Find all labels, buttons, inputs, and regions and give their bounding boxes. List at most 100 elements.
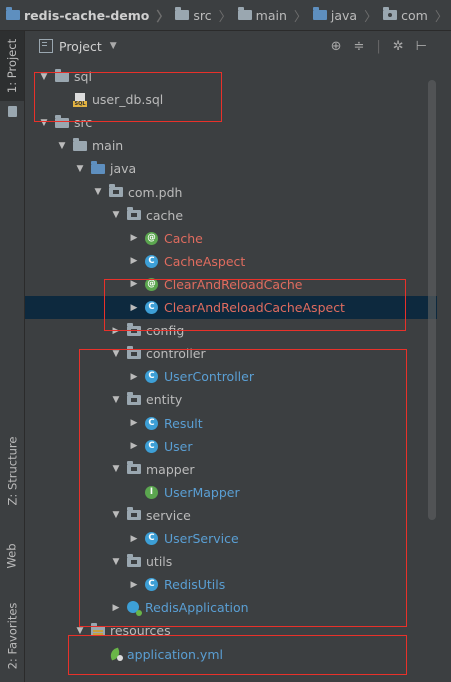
tree-item-label: ClearAndReloadCacheAspect bbox=[164, 300, 345, 315]
hide-panel-icon[interactable]: ⊢ bbox=[416, 39, 427, 54]
tree-item-label: RedisApplication bbox=[145, 600, 249, 616]
collapsed-arrow-icon[interactable]: ▶ bbox=[111, 326, 121, 336]
toolbar-separator: | bbox=[376, 38, 381, 54]
tree-row[interactable]: application.yml bbox=[25, 643, 437, 666]
tree-row[interactable]: ▼ src bbox=[25, 111, 437, 134]
tree-row[interactable]: ▼ java bbox=[25, 157, 437, 180]
collapse-all-icon[interactable]: ≑ bbox=[353, 39, 364, 54]
tree-item-label: CacheAspect bbox=[164, 253, 246, 269]
spring-boot-app-icon bbox=[127, 600, 142, 616]
tree-row[interactable]: ▼ sql bbox=[25, 65, 437, 88]
expanded-arrow-icon[interactable]: ▼ bbox=[111, 510, 121, 520]
tree-row[interactable]: ▶ C UserService bbox=[25, 527, 437, 550]
tree-item-label: Result bbox=[164, 415, 203, 431]
tab-project[interactable]: 1: Project bbox=[0, 31, 24, 101]
expanded-arrow-icon[interactable]: ▼ bbox=[111, 210, 121, 220]
tree-row[interactable]: ▼ resources bbox=[25, 619, 437, 642]
tab-web[interactable]: Web bbox=[0, 526, 24, 586]
tree-item-label: resources bbox=[110, 623, 171, 639]
collapsed-arrow-icon[interactable]: ▶ bbox=[129, 303, 139, 313]
tree-row[interactable]: ▶ C RedisUtils bbox=[25, 573, 437, 596]
tree-row[interactable]: ▼ cache bbox=[25, 204, 437, 227]
tab-favorites[interactable]: 2: Favorites bbox=[0, 591, 24, 681]
interface-icon: I bbox=[145, 485, 158, 499]
breadcrumb-item[interactable]: com 〉 bbox=[377, 6, 448, 25]
collapsed-arrow-icon[interactable]: ▶ bbox=[129, 418, 139, 428]
tree-item-label: Cache bbox=[164, 230, 203, 246]
breadcrumb-item[interactable]: main 〉 bbox=[232, 6, 307, 25]
tree-row[interactable]: ▶ C Result bbox=[25, 412, 437, 435]
resources-folder-icon bbox=[91, 622, 105, 636]
project-panel-header: Project ▼ ⊕ ≑ | ✲ ⊢ bbox=[25, 31, 437, 61]
tree-row[interactable]: SQL user_db.sql bbox=[25, 88, 437, 111]
breadcrumb-separator: 〉 bbox=[218, 9, 232, 25]
gear-icon[interactable]: ✲ bbox=[393, 39, 404, 54]
panel-title[interactable]: Project bbox=[59, 39, 102, 54]
project-tree: ▼ sql SQL user_db.sql ▼ src ▼ main ▼ java ▼ com.pdh… bbox=[25, 61, 437, 682]
tab-structure[interactable]: Z: Structure bbox=[0, 426, 24, 516]
expanded-arrow-icon[interactable]: ▼ bbox=[111, 349, 121, 359]
annotation-icon: @ bbox=[145, 231, 158, 245]
package-icon bbox=[383, 7, 398, 20]
source-folder-icon bbox=[312, 7, 327, 20]
module-folder-icon bbox=[6, 7, 20, 20]
expanded-arrow-icon[interactable]: ▼ bbox=[39, 118, 49, 128]
collapsed-arrow-icon[interactable]: ▶ bbox=[129, 233, 139, 243]
package-icon bbox=[109, 184, 123, 197]
expanded-arrow-icon[interactable]: ▼ bbox=[39, 72, 49, 82]
tree-row[interactable]: ▼ service bbox=[25, 504, 437, 527]
tree-item-label: cache bbox=[146, 207, 184, 223]
project-tab-icon bbox=[0, 101, 24, 121]
tree-row[interactable]: ▶ RedisApplication bbox=[25, 596, 437, 619]
collapsed-arrow-icon[interactable]: ▶ bbox=[111, 603, 121, 613]
folder-icon bbox=[237, 7, 252, 20]
tree-item-label: UserMapper bbox=[164, 484, 240, 500]
tree-item-label: application.yml bbox=[127, 646, 223, 662]
collapsed-arrow-icon[interactable]: ▶ bbox=[129, 441, 139, 451]
expanded-arrow-icon[interactable]: ▼ bbox=[75, 164, 85, 174]
tree-row[interactable]: I UserMapper bbox=[25, 481, 437, 504]
expanded-arrow-icon[interactable]: ▼ bbox=[75, 626, 85, 636]
collapsed-arrow-icon[interactable]: ▶ bbox=[129, 534, 139, 544]
tree-row[interactable]: ▶ C UserController bbox=[25, 365, 437, 388]
breadcrumb-item[interactable]: redis-cache-demo 〉 bbox=[0, 6, 169, 25]
folder-icon bbox=[175, 7, 190, 20]
tree-row[interactable]: ▼ entity bbox=[25, 388, 437, 411]
tree-row[interactable]: ▶ config bbox=[25, 319, 437, 342]
tree-item-label: com.pdh bbox=[128, 184, 183, 200]
tree-row[interactable]: ▼ controller bbox=[25, 342, 437, 365]
breadcrumb-label: java bbox=[330, 7, 358, 23]
breadcrumb-label: com bbox=[401, 7, 428, 23]
collapsed-arrow-icon[interactable]: ▶ bbox=[129, 580, 139, 590]
tree-item-label: service bbox=[146, 507, 191, 523]
tree-row[interactable]: ▶ C CacheAspect bbox=[25, 250, 437, 273]
expanded-arrow-icon[interactable]: ▼ bbox=[111, 557, 121, 567]
expanded-arrow-icon[interactable]: ▼ bbox=[111, 464, 121, 474]
breadcrumb-item[interactable]: src 〉 bbox=[169, 6, 232, 25]
breadcrumb-item[interactable]: java 〉 bbox=[307, 6, 377, 25]
package-icon bbox=[127, 507, 141, 521]
collapsed-arrow-icon[interactable]: ▶ bbox=[129, 256, 139, 266]
tree-row[interactable]: ▶ C User bbox=[25, 435, 437, 458]
tree-row[interactable]: ▶ C ClearAndReloadCacheAspect bbox=[25, 296, 437, 319]
expanded-arrow-icon[interactable]: ▼ bbox=[111, 395, 121, 405]
tree-item-label: java bbox=[110, 161, 137, 177]
tree-row[interactable]: ▼ com.pdh bbox=[25, 181, 437, 204]
collapsed-arrow-icon[interactable]: ▶ bbox=[129, 279, 139, 289]
tree-row[interactable]: ▼ main bbox=[25, 134, 437, 157]
expanded-arrow-icon[interactable]: ▼ bbox=[93, 187, 103, 197]
source-folder-icon bbox=[91, 160, 105, 174]
tree-item-label: ClearAndReloadCache bbox=[164, 276, 303, 292]
tree-row[interactable]: ▶ @ ClearAndReloadCache bbox=[25, 273, 437, 296]
package-icon bbox=[127, 322, 141, 336]
collapsed-arrow-icon[interactable]: ▶ bbox=[129, 372, 139, 382]
locate-icon[interactable]: ⊕ bbox=[331, 39, 342, 54]
chevron-down-icon[interactable]: ▼ bbox=[110, 41, 117, 51]
scrollbar[interactable] bbox=[428, 80, 436, 520]
tree-row[interactable]: ▼ mapper bbox=[25, 458, 437, 481]
tree-row[interactable]: ▶ @ Cache bbox=[25, 227, 437, 250]
expanded-arrow-icon[interactable]: ▼ bbox=[57, 141, 67, 151]
tree-row[interactable]: ▼ utils bbox=[25, 550, 437, 573]
tree-item-label: src bbox=[74, 115, 93, 131]
breadcrumb: redis-cache-demo〉src〉main〉java〉com〉p bbox=[0, 0, 451, 31]
